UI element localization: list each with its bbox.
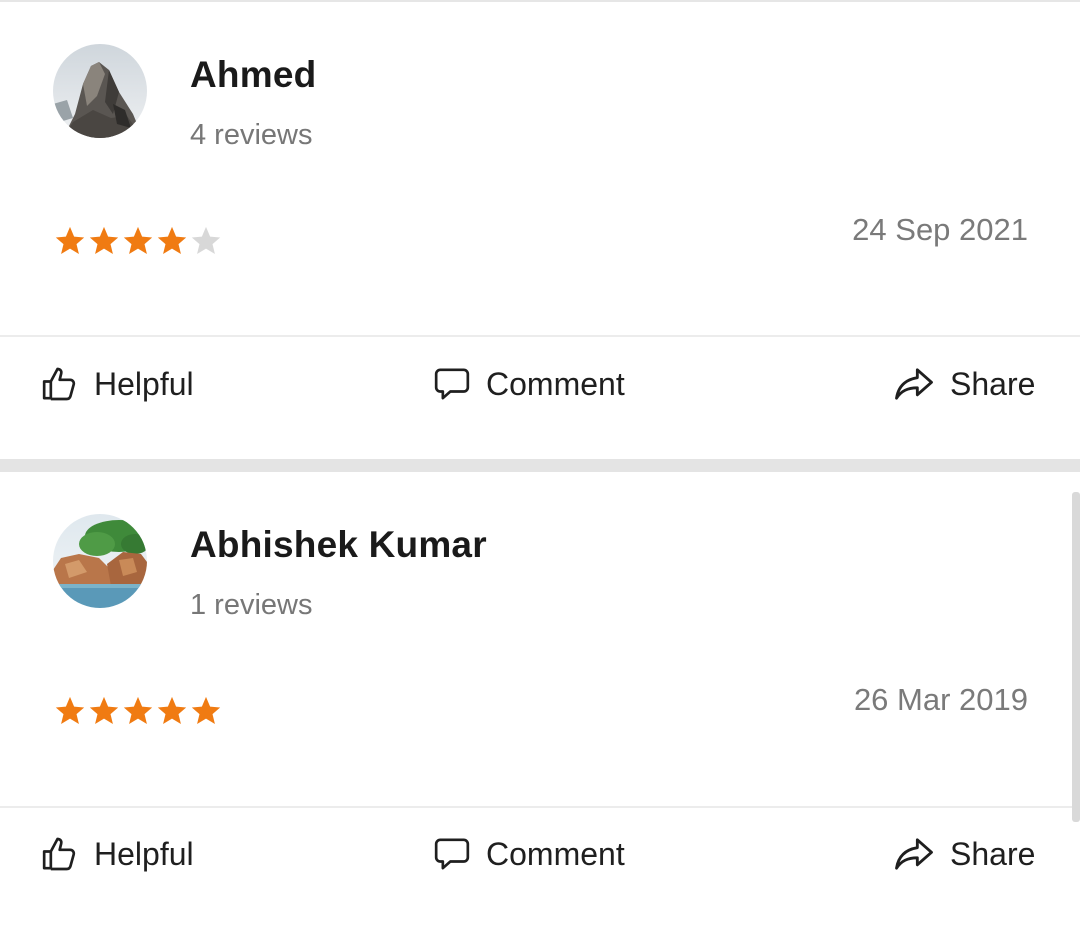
user-name[interactable]: Ahmed	[190, 54, 316, 96]
comment-label: Comment	[486, 835, 625, 872]
thumbs-up-icon	[42, 837, 76, 871]
user-avatar[interactable]	[53, 514, 147, 608]
review-count: 4 reviews	[190, 119, 313, 151]
share-arrow-icon	[895, 368, 933, 400]
star-icon-empty	[191, 226, 221, 255]
star-icon-filled	[55, 696, 85, 725]
comment-label: Comment	[486, 365, 625, 402]
speech-bubble-icon	[434, 368, 470, 400]
share-label: Share	[950, 835, 1036, 872]
helpful-label: Helpful	[94, 365, 194, 402]
rating-stars	[53, 694, 223, 728]
share-arrow-icon	[895, 838, 933, 870]
star-icon-filled	[55, 226, 85, 255]
avatar-coast-image	[53, 514, 147, 608]
review-card: Ahmed 4 reviews 24 Sep 2021 Helpful Comm…	[0, 2, 1080, 459]
star-icon-filled	[89, 696, 119, 725]
star-icon-filled	[157, 226, 187, 255]
review-date: 24 Sep 2021	[852, 212, 1028, 247]
helpful-button[interactable]: Helpful	[40, 834, 194, 874]
review-date: 26 Mar 2019	[853, 682, 1028, 717]
star-icon-filled	[123, 696, 153, 725]
star-icon-filled	[157, 696, 187, 725]
comment-button[interactable]: Comment	[432, 364, 625, 404]
card-separator	[0, 459, 1080, 472]
user-name[interactable]: Abhishek Kumar	[190, 524, 487, 566]
star-icon-filled	[89, 226, 119, 255]
user-avatar[interactable]	[53, 44, 147, 138]
avatar-rock-image	[53, 44, 147, 138]
rating-stars	[53, 224, 223, 258]
review-card: Abhishek Kumar 1 reviews 26 Mar 2019 Hel…	[0, 472, 1080, 927]
share-button[interactable]: Share	[892, 834, 1035, 874]
share-label: Share	[950, 365, 1036, 402]
star-icon-filled	[191, 696, 221, 725]
helpful-button[interactable]: Helpful	[40, 364, 194, 404]
action-divider	[0, 335, 1080, 337]
review-count: 1 reviews	[190, 589, 313, 621]
thumbs-up-icon	[42, 367, 76, 401]
scrollbar[interactable]	[1072, 492, 1080, 822]
comment-button[interactable]: Comment	[432, 834, 625, 874]
speech-bubble-icon	[434, 838, 470, 870]
helpful-label: Helpful	[94, 835, 194, 872]
star-icon-filled	[123, 226, 153, 255]
action-divider	[0, 806, 1080, 808]
share-button[interactable]: Share	[892, 364, 1035, 404]
